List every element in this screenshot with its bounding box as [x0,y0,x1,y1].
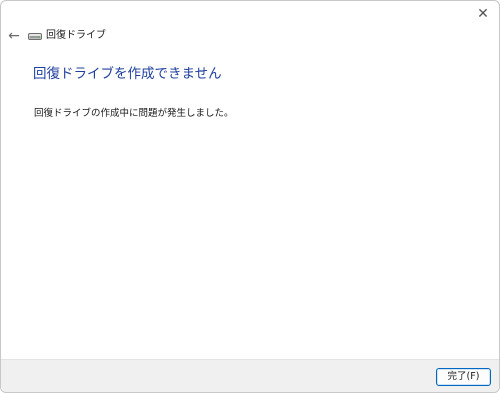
error-message: 回復ドライブの作成中に問題が発生しました。 [34,108,234,119]
back-button[interactable]: ← [6,27,22,45]
close-icon: ✕ [477,6,489,22]
navigation-row: ← 回復ドライブ [1,27,499,47]
finish-button[interactable]: 完了(F) [436,368,491,386]
footer-bar: 完了(F) [1,359,499,392]
window-title: 回復ドライブ [46,30,106,41]
recovery-drive-window: ✕ ← 回復ドライブ 回復ドライブを作成できません 回復ドライブの作成中に問題が… [0,0,500,393]
back-arrow-icon: ← [8,28,20,44]
drive-icon [28,33,42,40]
close-button[interactable]: ✕ [471,3,495,25]
page-heading: 回復ドライブを作成できません [33,66,222,82]
title-bar: ✕ [1,1,499,29]
